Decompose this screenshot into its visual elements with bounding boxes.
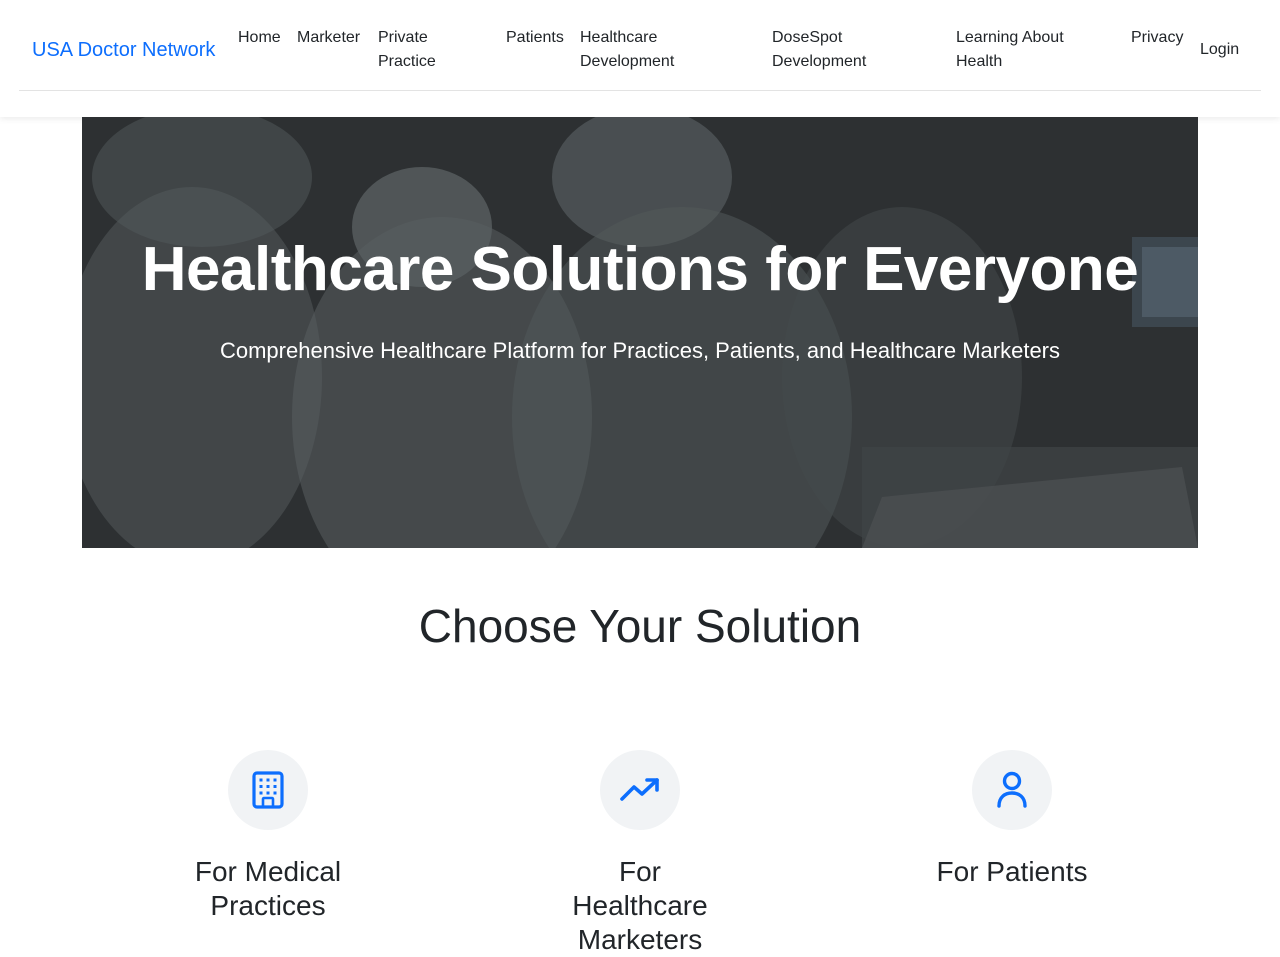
hero-subtitle: Comprehensive Healthcare Platform for Pr… [219, 338, 1061, 363]
nav-link-dosespot-development[interactable]: DoseSpot Development [772, 26, 884, 74]
solution-card-healthcare-marketers[interactable]: For Healthcare Marketers [480, 750, 800, 957]
nav-link-patients[interactable]: Patients [506, 26, 564, 50]
nav-link-learning-about-health[interactable]: Learning About Health [956, 26, 1078, 74]
icon-circle [600, 750, 680, 830]
main-navbar: USA Doctor Network Home Marketer Private… [19, 0, 1261, 91]
hero-title: Healthcare Solutions for Everyone [141, 235, 1139, 304]
solution-card-title: For Medical Practices [194, 856, 342, 921]
hero-banner: Healthcare Solutions for Everyone Compre… [82, 117, 1198, 548]
solution-card-patients[interactable]: For Patients [852, 750, 1172, 889]
solution-card-title: For Patients [936, 856, 1088, 887]
site-header: USA Doctor Network Home Marketer Private… [0, 0, 1280, 117]
solution-card-medical-practices[interactable]: For Medical Practices [108, 750, 428, 923]
login-link[interactable]: Login [1200, 38, 1239, 62]
brand-link[interactable]: USA Doctor Network [32, 37, 215, 63]
nav-link-privacy[interactable]: Privacy [1131, 26, 1183, 50]
hero-overlay [82, 117, 1198, 548]
icon-circle [228, 750, 308, 830]
nav-link-marketer[interactable]: Marketer [297, 26, 360, 50]
trending-up-icon [620, 778, 659, 801]
icon-circle [972, 750, 1052, 830]
solution-card-title: For Healthcare Marketers [572, 856, 708, 955]
nav-link-private-practice[interactable]: Private Practice [378, 26, 458, 74]
building-icon [252, 771, 284, 809]
user-icon [997, 771, 1027, 808]
solutions-heading: Choose Your Solution [418, 600, 862, 652]
nav-link-home[interactable]: Home [238, 26, 281, 50]
nav-link-healthcare-development[interactable]: Healthcare Development [580, 26, 692, 74]
